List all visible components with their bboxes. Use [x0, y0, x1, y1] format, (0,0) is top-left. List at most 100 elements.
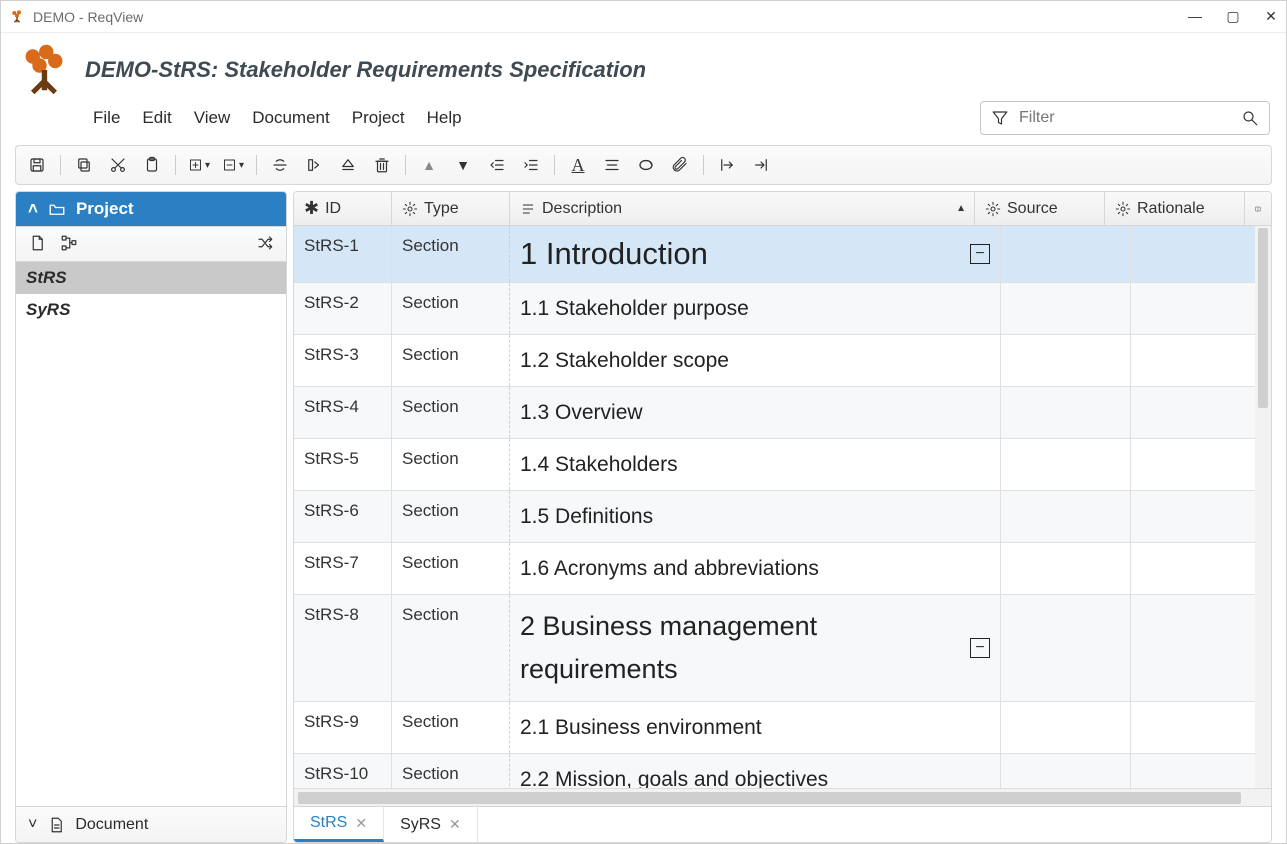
window-minimize-button[interactable]: — [1188, 8, 1202, 25]
table-row[interactable]: StRS-5Section1.4 Stakeholders [294, 439, 1271, 491]
cell-source [1001, 595, 1131, 701]
cell-description: 2.2 Mission, goals and objectives [510, 754, 1001, 788]
tab-close-icon[interactable]: ✕ [355, 815, 367, 832]
column-header-description[interactable]: Description ▲ [510, 192, 975, 225]
table-row[interactable]: StRS-7Section1.6 Acronyms and abbreviati… [294, 543, 1271, 595]
comment-button[interactable] [635, 154, 657, 176]
filter-box[interactable] [980, 101, 1270, 135]
vertical-scrollbar[interactable] [1255, 226, 1271, 788]
cell-id: StRS-6 [294, 491, 392, 542]
menu-document[interactable]: Document [252, 108, 329, 128]
column-settings-button[interactable] [1245, 192, 1271, 225]
shuffle-button[interactable] [256, 234, 274, 255]
align-button[interactable] [601, 154, 623, 176]
cell-type: Section [392, 335, 510, 386]
cell-id: StRS-7 [294, 543, 392, 594]
cell-type: Section [392, 387, 510, 438]
add-button[interactable]: ▾ [188, 154, 210, 176]
table-row[interactable]: StRS-2Section1.1 Stakeholder purpose [294, 283, 1271, 335]
cell-source [1001, 387, 1131, 438]
tree-button[interactable] [60, 234, 78, 255]
table-row[interactable]: StRS-10Section2.2 Mission, goals and obj… [294, 754, 1271, 788]
move-right-button[interactable] [303, 154, 325, 176]
outdent-button[interactable] [486, 154, 508, 176]
cell-source [1001, 335, 1131, 386]
cell-id: StRS-2 [294, 283, 392, 334]
tab-strs[interactable]: StRS✕ [294, 807, 384, 842]
move-up-button[interactable]: ▲ [418, 154, 440, 176]
column-header-source[interactable]: Source [975, 192, 1105, 225]
cell-rationale [1131, 595, 1271, 701]
window-maximize-button[interactable]: ▢ [1226, 8, 1240, 25]
sidebar-header-label: Project [76, 199, 134, 219]
chevron-down-icon: ˅ [28, 816, 37, 834]
copy-button[interactable] [73, 154, 95, 176]
window-close-button[interactable]: ✕ [1264, 8, 1278, 25]
sidebar-header[interactable]: ˄ Project [16, 192, 286, 226]
cell-source [1001, 226, 1131, 282]
cut-button[interactable] [107, 154, 129, 176]
cell-source [1001, 543, 1131, 594]
paste-button[interactable] [141, 154, 163, 176]
tab-end-button[interactable] [750, 154, 772, 176]
cell-description: 1.5 Definitions [510, 491, 1001, 542]
list-icon [520, 201, 536, 217]
table-row[interactable]: StRS-8Section2 Business management requi… [294, 595, 1271, 702]
collapse-icon[interactable]: − [970, 244, 990, 264]
table-row[interactable]: StRS-9Section2.1 Business environment [294, 702, 1271, 754]
font-button[interactable]: A [567, 154, 589, 176]
column-header-type[interactable]: Type [392, 192, 510, 225]
cell-type: Section [392, 543, 510, 594]
column-header-id[interactable]: ✱ ID [294, 192, 392, 225]
cell-rationale [1131, 283, 1271, 334]
column-header-rationale[interactable]: Rationale [1105, 192, 1245, 225]
sidebar-item-syrs[interactable]: SyRS [16, 294, 286, 326]
grid-body[interactable]: StRS-1Section1 Introduction−StRS-2Sectio… [294, 226, 1271, 788]
collapse-icon[interactable]: − [970, 638, 990, 658]
document-tabs: StRS✕SyRS✕ [294, 806, 1271, 842]
cell-id: StRS-5 [294, 439, 392, 490]
menu-help[interactable]: Help [427, 108, 462, 128]
table-row[interactable]: StRS-6Section1.5 Definitions [294, 491, 1271, 543]
cell-source [1001, 283, 1131, 334]
attach-button[interactable] [669, 154, 691, 176]
cell-description: 1.6 Acronyms and abbreviations [510, 543, 1001, 594]
new-file-button[interactable] [28, 234, 46, 255]
indent-button[interactable] [520, 154, 542, 176]
horizontal-scrollbar[interactable] [294, 788, 1271, 806]
table-row[interactable]: StRS-3Section1.2 Stakeholder scope [294, 335, 1271, 387]
app-window: DEMO - ReqView — ▢ ✕ DEMO-StRS: Stakehol… [0, 0, 1287, 844]
tab-next-button[interactable] [716, 154, 738, 176]
sidebar-item-strs[interactable]: StRS [16, 262, 286, 294]
grid-header: ✱ ID Type Description ▲ Source [294, 192, 1271, 226]
cell-description: 2.1 Business environment [510, 702, 1001, 753]
tab-close-icon[interactable]: ✕ [449, 816, 461, 833]
menu-file[interactable]: File [93, 108, 120, 128]
column-header-id-label: ID [325, 200, 341, 218]
remove-button[interactable]: ▾ [222, 154, 244, 176]
save-button[interactable] [26, 154, 48, 176]
cell-id: StRS-1 [294, 226, 392, 282]
move-down-button[interactable]: ▼ [452, 154, 474, 176]
cell-rationale [1131, 335, 1271, 386]
tab-syrs[interactable]: SyRS✕ [384, 807, 478, 842]
toolbar: ▾ ▾ ▲ ▼ A [15, 145, 1272, 185]
delete-button[interactable] [371, 154, 393, 176]
table-row[interactable]: StRS-1Section1 Introduction− [294, 226, 1271, 283]
table-row[interactable]: StRS-4Section1.3 Overview [294, 387, 1271, 439]
menu-view[interactable]: View [194, 108, 231, 128]
filter-input[interactable] [1019, 109, 1231, 127]
eject-button[interactable] [337, 154, 359, 176]
menu-edit[interactable]: Edit [142, 108, 171, 128]
cell-rationale [1131, 387, 1271, 438]
cell-source [1001, 702, 1131, 753]
sidebar-footer[interactable]: ˅ Document [16, 806, 286, 842]
columns-icon [1255, 201, 1261, 217]
gear-icon [985, 201, 1001, 217]
menu-project[interactable]: Project [352, 108, 405, 128]
cell-type: Section [392, 439, 510, 490]
strikethrough-button[interactable] [269, 154, 291, 176]
cell-id: StRS-9 [294, 702, 392, 753]
cell-rationale [1131, 439, 1271, 490]
sort-asc-icon: ▲ [956, 203, 966, 214]
